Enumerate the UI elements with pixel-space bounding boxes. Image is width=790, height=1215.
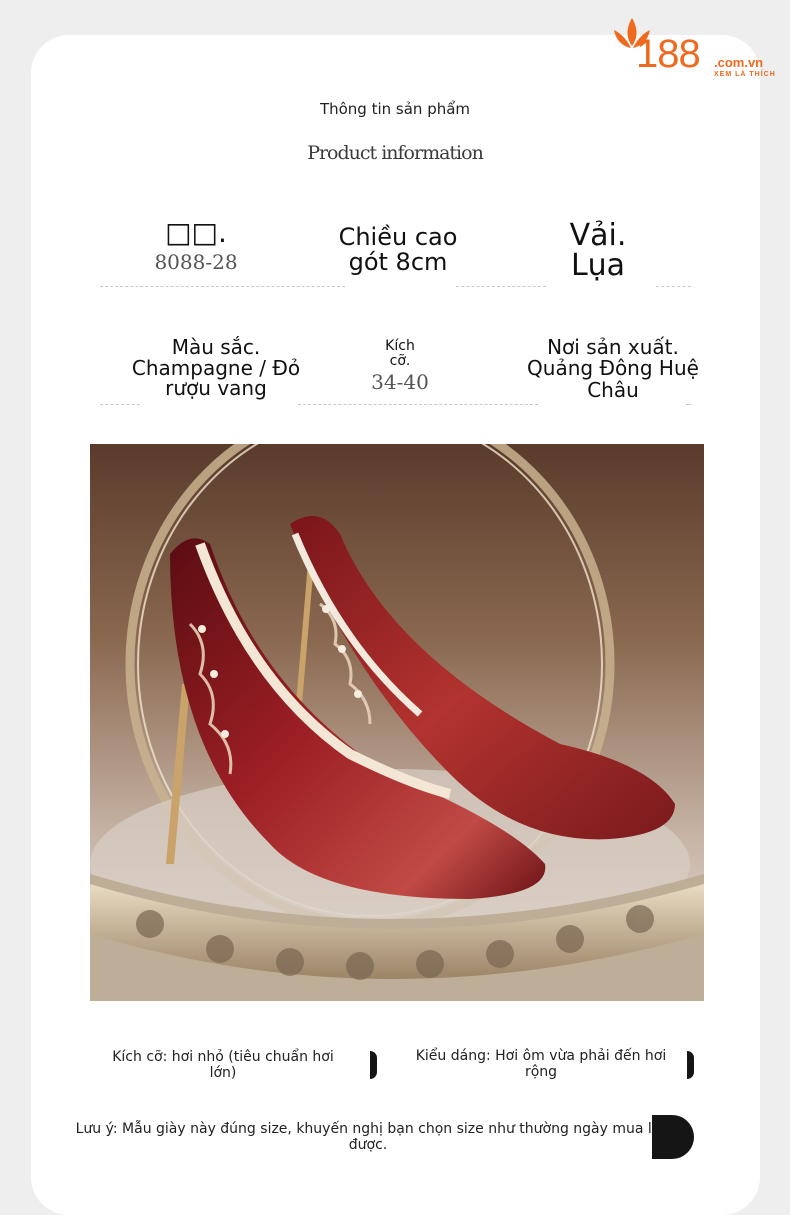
spec-color-line2: Champagne / Đỏ — [131, 356, 301, 380]
spec-color: Màu sắc. Champagne / Đỏ rượu vang — [116, 335, 316, 400]
page-subtitle: Product information — [307, 142, 484, 164]
divider — [100, 404, 140, 405]
indicator-disc — [652, 1115, 694, 1159]
spec-origin-line3: Châu — [587, 378, 639, 402]
product-photo — [90, 444, 704, 1001]
brand-number: 188 — [636, 32, 701, 76]
size-warning-note: Lưu ý: Mẫu giày này đúng size, khuyến ng… — [75, 1121, 661, 1153]
spec-model-label: □□. — [165, 216, 227, 249]
divider — [100, 286, 345, 287]
page-title: Thông tin sản phẩm — [319, 100, 471, 118]
spec-origin-line1: Nơi sản xuất. — [547, 335, 679, 359]
spec-model: □□. 8088-28 — [126, 216, 266, 274]
spec-fabric: Vải. Lụa — [538, 220, 658, 283]
spec-size: Kích cỡ. 34-40 — [360, 339, 440, 395]
spec-model-value: 8088-28 — [154, 250, 238, 274]
spec-origin: Nơi sản xuất. Quảng Đông Huệ Châu — [513, 335, 713, 403]
spec-size-value: 34-40 — [371, 370, 429, 394]
spec-fabric-line2: Lụa — [570, 248, 626, 283]
spec-size-line2: cỡ. — [389, 353, 411, 369]
indicator-disc — [687, 1051, 694, 1079]
spec-origin-line2: Quảng Đông Huệ — [527, 356, 699, 380]
spec-size-line1: Kích — [385, 338, 415, 354]
brand-logo[interactable]: 188 .com.vn XEM LÀ THÍCH — [606, 12, 786, 84]
indicator-disc — [370, 1051, 377, 1079]
size-fit-note: Kích cỡ: hơi nhỏ (tiêu chuẩn hơi lớn) — [112, 1049, 334, 1081]
style-fit-note: Kiểu dáng: Hơi ôm vừa phải đến hơi rộng — [415, 1048, 667, 1080]
divider — [456, 286, 546, 287]
spec-color-line3: rượu vang — [165, 376, 267, 400]
divider — [298, 404, 538, 405]
divider — [656, 286, 691, 287]
divider — [686, 404, 691, 405]
spec-heel: Chiều cao gót 8cm — [318, 224, 478, 274]
spec-color-line1: Màu sắc. — [171, 335, 261, 359]
spec-heel-line1: Chiều cao — [338, 223, 458, 251]
spec-heel-line2: gót 8cm — [348, 248, 448, 276]
brand-tagline: XEM LÀ THÍCH — [714, 71, 776, 78]
